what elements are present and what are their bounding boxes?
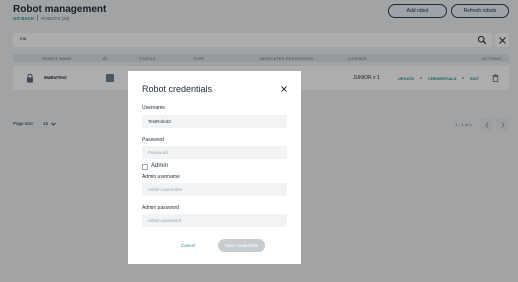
username-field[interactable] xyxy=(142,115,287,128)
cancel-button[interactable]: Cancel xyxy=(181,243,195,248)
password-field[interactable] xyxy=(142,146,287,159)
password-label: Password xyxy=(142,137,164,143)
admin-password-label: Admin password xyxy=(142,205,179,211)
admin-username-field[interactable] xyxy=(142,183,287,196)
username-label: Username xyxy=(142,105,166,111)
save-credentials-button[interactable]: Save credentials xyxy=(218,239,265,252)
dialog-title: Robot credentials xyxy=(142,84,213,94)
admin-checkbox-label[interactable]: Admin xyxy=(151,163,168,169)
admin-checkbox[interactable] xyxy=(142,164,148,170)
admin-username-label: Admin username xyxy=(142,174,180,180)
close-icon[interactable] xyxy=(280,85,288,93)
robot-credentials-dialog: Robot credentials Username Password Admi… xyxy=(128,71,301,264)
admin-password-field[interactable] xyxy=(142,214,287,227)
